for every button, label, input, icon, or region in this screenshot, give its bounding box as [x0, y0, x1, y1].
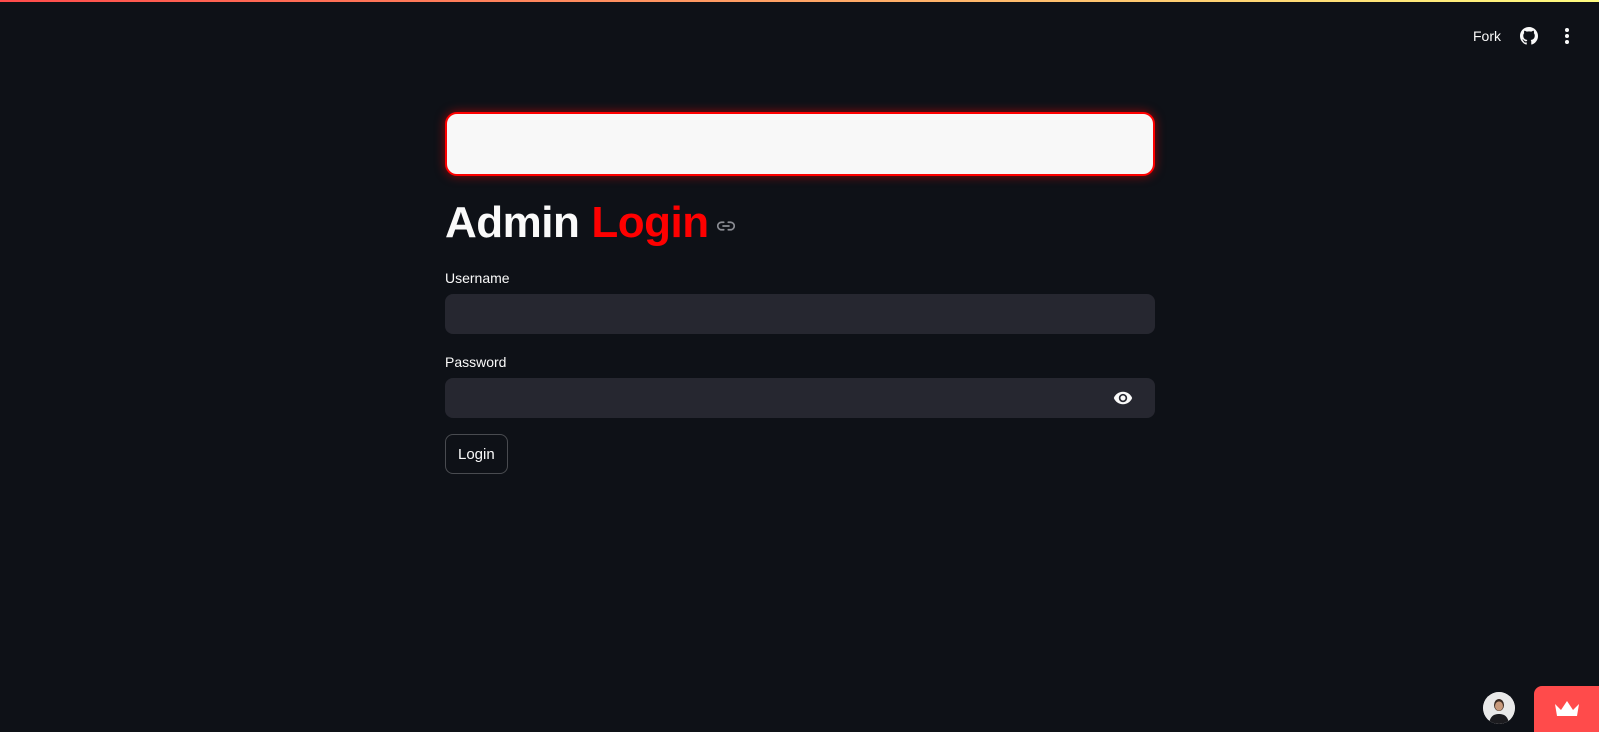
user-avatar[interactable] — [1483, 692, 1515, 724]
main-container: Admin Login Username Password Login — [445, 112, 1155, 474]
password-field-container — [445, 378, 1155, 418]
github-icon[interactable] — [1519, 24, 1539, 48]
link-icon[interactable] — [716, 217, 735, 235]
fork-button[interactable]: Fork — [1473, 28, 1501, 44]
page-title: Admin Login — [445, 198, 1155, 248]
toolbar: Fork — [1473, 24, 1577, 48]
eye-icon[interactable] — [1113, 388, 1133, 408]
more-vertical-icon[interactable] — [1557, 24, 1577, 48]
username-label: Username — [445, 270, 510, 286]
title-login: Login — [591, 198, 709, 247]
password-label: Password — [445, 354, 507, 370]
streamlit-crown-icon[interactable] — [1534, 686, 1599, 732]
login-button[interactable]: Login — [445, 434, 508, 474]
username-field-container — [445, 294, 1155, 334]
password-input[interactable] — [445, 378, 1155, 418]
header-banner — [445, 112, 1155, 176]
top-decoration-bar — [0, 0, 1599, 2]
title-admin: Admin — [445, 198, 580, 247]
username-input[interactable] — [445, 294, 1155, 334]
